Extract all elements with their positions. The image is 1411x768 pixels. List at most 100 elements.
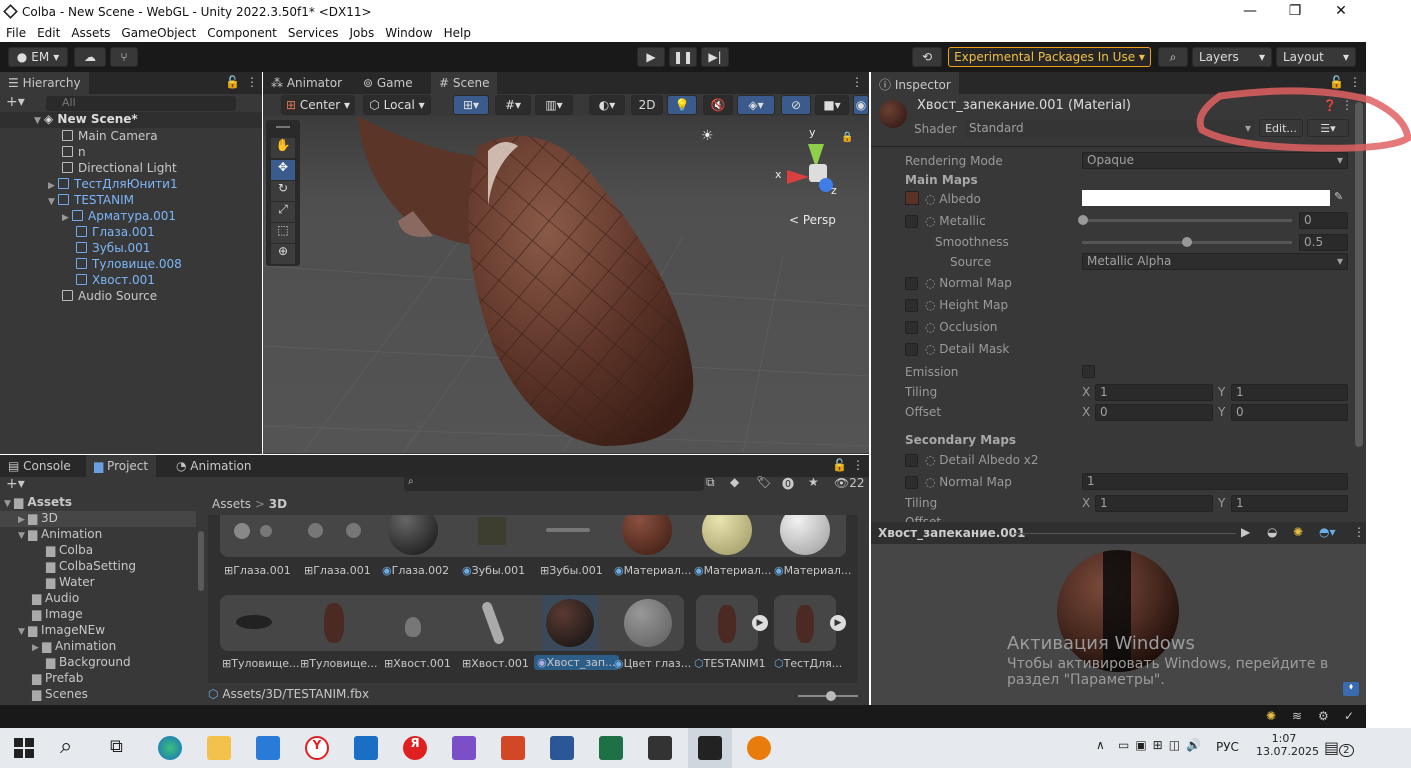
scene-viewport[interactable]: ☀ 🔒 y x z < Persp ✋ ✥ ↻ ⤢ ⬚ ⊕	[263, 116, 869, 453]
folder-image[interactable]: ▆ Image	[32, 607, 83, 623]
word-icon[interactable]	[550, 736, 574, 760]
check-icon[interactable]: ✓	[1344, 709, 1354, 723]
hierarchy-item[interactable]: Audio Source	[62, 289, 157, 305]
cache-icon[interactable]: ≋	[1292, 709, 1302, 723]
asset-label[interactable]: ⊞Туловище...	[222, 657, 299, 670]
more-icon[interactable]: ⋮	[1353, 525, 1365, 539]
lock-icon[interactable]: 🔓	[832, 458, 847, 472]
favorite-icon[interactable]: ★	[808, 475, 819, 489]
notification-icon[interactable]: ▤ 2	[1324, 738, 1354, 757]
menu-assets[interactable]: Assets	[65, 24, 115, 40]
asset-label[interactable]: ◉Зубы.001	[462, 564, 525, 577]
close-button[interactable]: ✕	[1329, 3, 1353, 21]
smoothness-value[interactable]: 0.5	[1299, 234, 1348, 251]
folder-water[interactable]: ▆ Water	[46, 575, 95, 591]
lock-icon[interactable]: 🔓	[225, 75, 240, 89]
unity-icon[interactable]	[698, 736, 722, 760]
folder-assets[interactable]: ▼ ▆ Assets	[4, 495, 72, 511]
asset-label[interactable]: ⊞Глаза.001	[304, 564, 371, 577]
metallic-value[interactable]: 0	[1299, 212, 1348, 229]
grid-snap-icon[interactable]: #▾	[495, 95, 531, 115]
pivot-dropdown[interactable]: ⊞ Center ▾	[281, 95, 355, 115]
more-icon[interactable]: ⋮	[851, 75, 863, 89]
tiling2-x-field[interactable]: 1	[1095, 495, 1213, 512]
account-button[interactable]: ● EM ▾	[8, 47, 68, 67]
tab-scene[interactable]: # Scene	[431, 72, 498, 94]
move-tool-icon[interactable]: ✥	[271, 160, 295, 180]
orientation-gizmo[interactable]: y x z	[773, 126, 853, 206]
asset-label[interactable]: ◉Глаза.002	[382, 564, 449, 577]
perspective-label[interactable]: < Persp	[789, 213, 836, 227]
asset-label-selected[interactable]: ◉Хвост_зап...	[534, 655, 619, 670]
normal-scale-field[interactable]: 1	[1082, 473, 1348, 490]
drag-handle[interactable]	[276, 126, 290, 128]
tab-animator[interactable]: ⁂ Animator	[263, 72, 350, 94]
minimize-button[interactable]: —	[1238, 3, 1262, 21]
snap-icon[interactable]: ⊞▾	[453, 95, 489, 115]
hierarchy-item[interactable]: ▶ ТестДляЮнити1	[48, 177, 178, 193]
hierarchy-item[interactable]: n	[62, 145, 86, 161]
label-filter-icon[interactable]: 🏷	[756, 475, 771, 489]
visibility-icon[interactable]: ⊘	[781, 95, 811, 115]
tab-animation[interactable]: ◔ Animation	[168, 455, 259, 477]
emission-checkbox[interactable]	[1082, 365, 1095, 378]
height-map-slot[interactable]	[905, 299, 918, 312]
tab-project[interactable]: ▆ Project	[86, 455, 157, 477]
warning-icon[interactable]: ⓿	[782, 475, 794, 492]
menu-edit[interactable]: Edit	[31, 24, 65, 40]
source-dropdown[interactable]: Metallic Alpha ▾	[1082, 253, 1348, 270]
debug-icon[interactable]: ⚙	[1318, 709, 1329, 723]
search-filter-icon[interactable]: ⧉	[706, 475, 715, 490]
asset-label[interactable]: ⬡TESTANIM1	[694, 657, 766, 670]
menu-file[interactable]: File	[0, 24, 31, 40]
yandex-icon[interactable]: Я	[403, 736, 427, 760]
albedo-thumbnail[interactable]	[905, 191, 919, 205]
offset-y-field[interactable]: 0	[1231, 404, 1348, 421]
windows-start-icon[interactable]	[14, 738, 34, 758]
blender-icon[interactable]	[747, 736, 771, 760]
expand-icon[interactable]: ▶	[752, 615, 768, 631]
type-filter-icon[interactable]: ◆	[730, 475, 739, 489]
menu-jobs[interactable]: Jobs	[344, 24, 380, 40]
layers-dropdown[interactable]: Layers ▾	[1192, 47, 1272, 67]
folder-animation[interactable]: ▼ ▆ Animation	[18, 527, 102, 543]
powerpoint-icon[interactable]	[501, 736, 525, 760]
tab-inspector[interactable]: ⓘ Inspector	[871, 72, 959, 94]
hierarchy-item[interactable]: Main Camera	[62, 129, 158, 145]
tray-icons[interactable]: ▭▣⊞◫🔊	[1118, 738, 1207, 752]
play-icon[interactable]: ▶	[1241, 525, 1250, 539]
hierarchy-item[interactable]: ▼ TESTANIM	[48, 193, 134, 209]
bake-icon[interactable]: ✺	[1266, 709, 1276, 723]
visual-studio-icon[interactable]	[452, 736, 476, 760]
explorer-icon[interactable]	[207, 736, 231, 760]
scene-row[interactable]: ▼ ◈ New Scene*	[0, 112, 262, 128]
tray-chevron-icon[interactable]: ∧	[1096, 738, 1105, 752]
unity-hub-icon[interactable]	[648, 736, 672, 760]
normal-map2-slot[interactable]	[905, 476, 918, 489]
menu-window[interactable]: Window	[379, 24, 437, 40]
breadcrumb-assets[interactable]: Assets	[212, 497, 251, 511]
task-view-icon[interactable]: ⧉	[110, 736, 123, 757]
tiling-y-field[interactable]: 1	[1231, 384, 1348, 401]
ruler-icon[interactable]: ▥▾	[535, 95, 573, 115]
tab-console[interactable]: ▤ Console	[0, 455, 79, 477]
outlook-icon[interactable]	[354, 736, 378, 760]
asset-label[interactable]: ◉Материал...	[614, 564, 691, 577]
2d-toggle[interactable]: 2D	[631, 95, 663, 115]
normal-map-slot[interactable]	[905, 277, 918, 290]
folder-imagenew-animation[interactable]: ▶ ▆ Animation	[32, 639, 116, 655]
edge-icon[interactable]	[158, 736, 182, 760]
asset-label[interactable]: ⊞Хвост.001	[384, 657, 451, 670]
folder-colba[interactable]: ▆ Colba	[46, 543, 93, 559]
experimental-packages-button[interactable]: Experimental Packages In Use ▾	[948, 47, 1151, 67]
clock[interactable]: 1:07 13.07.2025	[1256, 732, 1319, 758]
hierarchy-item[interactable]: Directional Light	[62, 161, 177, 177]
scale-tool-icon[interactable]: ⤢	[271, 202, 295, 222]
excel-icon[interactable]	[599, 736, 623, 760]
folder-background[interactable]: ▆ Background	[46, 655, 131, 671]
albedo-color-field[interactable]	[1082, 190, 1330, 206]
version-control-icon[interactable]: ⑂	[110, 47, 138, 67]
lighting-icon[interactable]: 💡	[667, 95, 697, 115]
folder-prefab[interactable]: ▆ Prefab	[32, 671, 83, 687]
detail-mask-slot[interactable]	[905, 343, 918, 356]
